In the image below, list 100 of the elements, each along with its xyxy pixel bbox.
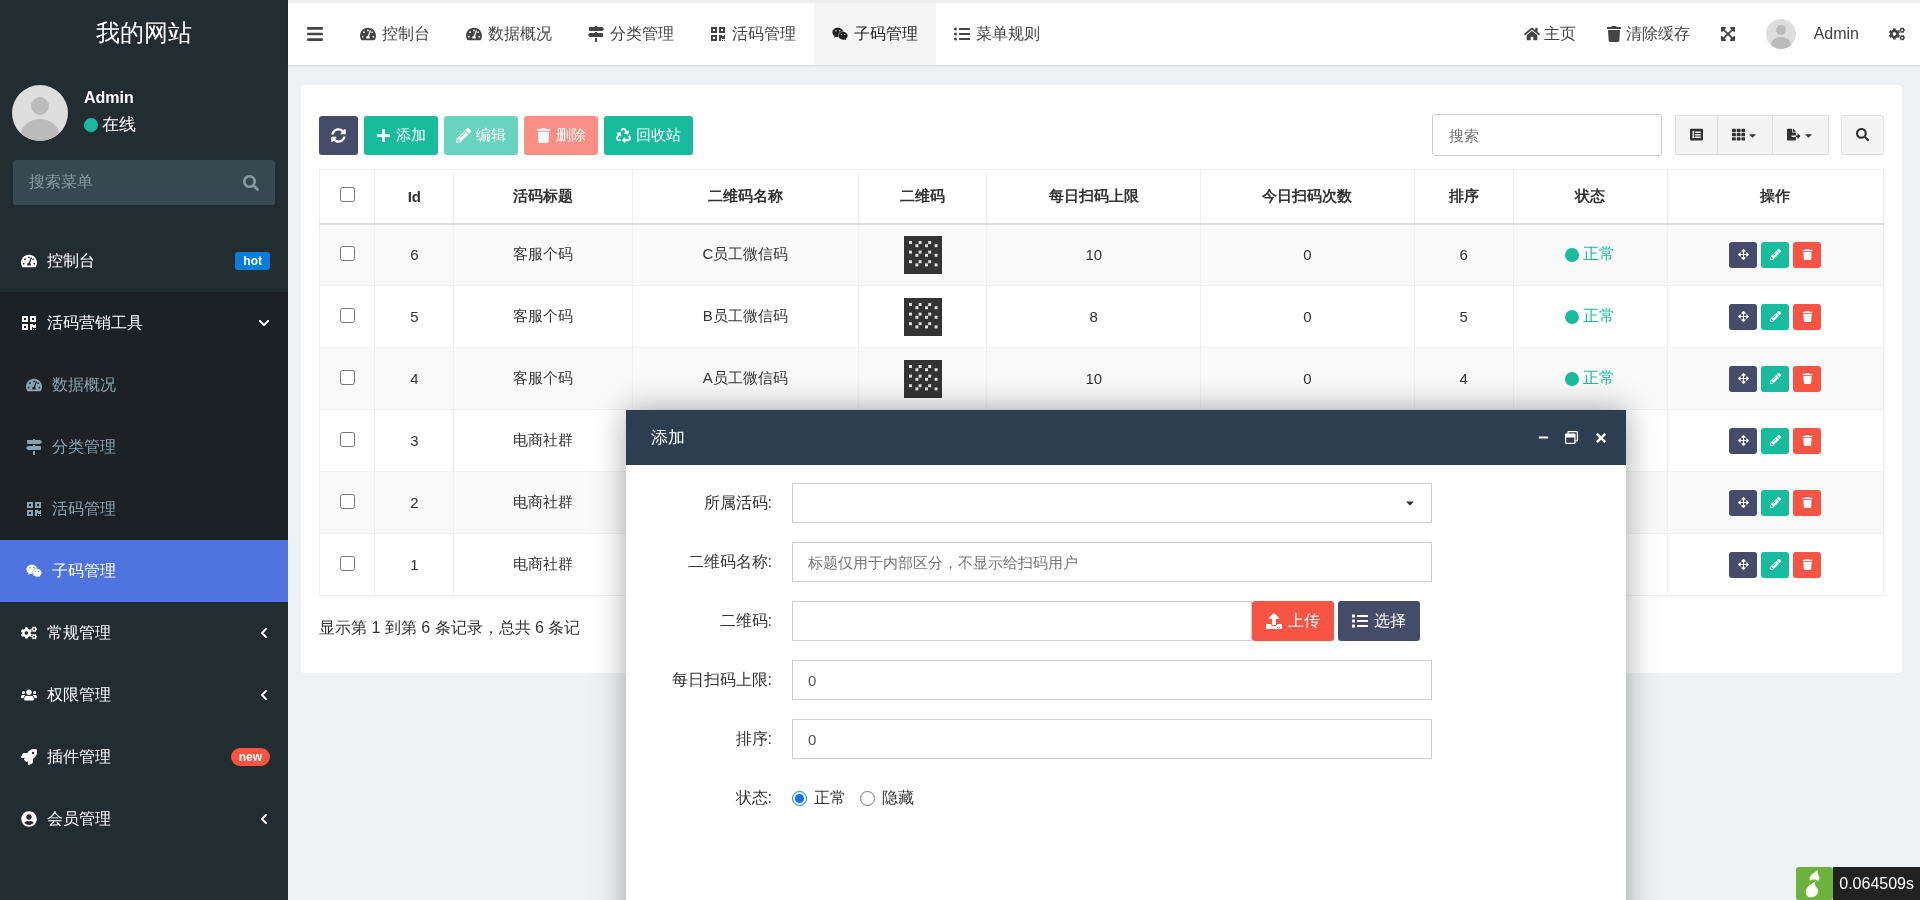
nav-link[interactable]: 清除缓存 <box>1591 3 1706 65</box>
close-button[interactable] <box>1594 430 1608 445</box>
menu-item[interactable]: 会员管理 <box>0 788 288 850</box>
delete-button[interactable] <box>1793 489 1822 516</box>
submenu-item[interactable]: 子码管理 <box>0 540 288 602</box>
table-cell: 4 <box>1414 347 1514 410</box>
nav-tab[interactable]: 控制台 <box>342 3 448 65</box>
chevron-left-icon <box>258 627 270 639</box>
upload-icon <box>1266 613 1282 629</box>
site-title: 我的网站 <box>95 17 193 48</box>
trash-icon <box>1801 497 1813 508</box>
table-cell: 6 <box>1414 223 1514 286</box>
move-arrows-icon <box>1737 249 1749 261</box>
drag-button[interactable] <box>1729 365 1758 392</box>
table-cell: 客服个码 <box>453 285 633 348</box>
nav-link[interactable]: 主页 <box>1509 3 1592 65</box>
drag-button[interactable] <box>1729 489 1758 516</box>
trash-icon <box>1801 249 1813 261</box>
row-checkbox[interactable] <box>339 369 355 385</box>
flame-logo-icon <box>1796 867 1834 900</box>
column-header: 排序 <box>1414 169 1514 224</box>
rocket-icon <box>21 749 37 765</box>
table-cell: 5 <box>374 285 454 348</box>
qr-code-icon <box>710 26 726 42</box>
drag-button[interactable] <box>1729 427 1758 454</box>
field-label: 所属活码: <box>702 492 773 513</box>
dashboard-icon <box>26 377 42 393</box>
delete-button[interactable] <box>1793 241 1822 268</box>
menu-item[interactable]: 活码营销工具 <box>0 292 288 354</box>
row-checkbox[interactable] <box>339 431 355 447</box>
export-icon <box>1787 128 1801 142</box>
menu-item[interactable]: 常规管理 <box>0 602 288 664</box>
radio-option[interactable]: 正常 <box>792 787 846 809</box>
nav-tab[interactable]: 活码管理 <box>692 3 814 65</box>
column-header: 操作 <box>1667 169 1884 224</box>
qr-code-image <box>903 359 942 398</box>
delete-button[interactable] <box>1793 551 1822 578</box>
pencil-icon <box>456 127 471 143</box>
nav-tab[interactable]: 数据概况 <box>448 3 570 65</box>
columns-button[interactable] <box>1717 115 1774 155</box>
refresh-button[interactable] <box>319 115 358 155</box>
input-field[interactable]: 0 <box>792 660 1432 700</box>
field-label: 每日扫码上限: <box>670 669 773 690</box>
delete-button[interactable] <box>1793 427 1822 454</box>
radio-button[interactable] <box>792 790 807 806</box>
user-name: Admin <box>84 89 135 107</box>
nav-tab[interactable]: 菜单规则 <box>936 3 1058 65</box>
search-button[interactable] <box>1840 115 1884 155</box>
table-cell: 0 <box>1200 285 1415 348</box>
input-field[interactable]: 标题仅用于内部区分，不显示给扫码用户 <box>792 542 1432 582</box>
table-cell: 8 <box>986 285 1201 348</box>
qr-code-icon <box>26 501 42 517</box>
menu-icon <box>306 25 324 43</box>
pencil-icon <box>1769 435 1781 446</box>
row-checkbox[interactable] <box>339 245 355 261</box>
row-checkbox[interactable] <box>339 307 355 323</box>
column-header: 状态 <box>1513 169 1668 224</box>
search-icon <box>243 174 259 191</box>
move-arrows-icon <box>1737 497 1749 508</box>
input-field[interactable] <box>792 601 1252 641</box>
submenu-item[interactable]: 分类管理 <box>0 416 288 478</box>
radio-option[interactable]: 隐藏 <box>860 787 914 809</box>
pencil-icon <box>1769 311 1781 322</box>
submenu-item[interactable]: 数据概况 <box>0 354 288 416</box>
row-checkbox[interactable] <box>339 555 355 571</box>
drag-button[interactable] <box>1729 241 1758 268</box>
select-all-checkbox[interactable] <box>339 187 355 203</box>
delete-button[interactable] <box>1793 303 1822 330</box>
search-field[interactable]: 搜索 <box>1431 114 1662 156</box>
nav-tab[interactable]: 子码管理 <box>814 3 936 65</box>
drag-button[interactable] <box>1729 551 1758 578</box>
menu-item[interactable]: 权限管理 <box>0 664 288 726</box>
trash-icon <box>1801 435 1813 446</box>
nav-tab[interactable]: 分类管理 <box>570 3 692 65</box>
signpost-icon <box>26 439 42 455</box>
toggle-view-button[interactable] <box>1674 115 1718 155</box>
menu-item[interactable]: 控制台 hot <box>0 230 288 292</box>
select-field[interactable] <box>792 483 1432 523</box>
menu-item[interactable]: 插件管理 new <box>0 726 288 788</box>
drag-button[interactable] <box>1729 303 1758 330</box>
delete-button[interactable] <box>1793 365 1822 392</box>
trash-icon <box>1801 373 1813 384</box>
row-checkbox[interactable] <box>339 493 355 509</box>
avatar <box>1766 19 1797 49</box>
dashboard-icon <box>466 26 482 42</box>
user-menu[interactable]: Admin <box>1751 3 1874 65</box>
gears-icon <box>21 625 37 641</box>
submenu-item[interactable]: 活码管理 <box>0 478 288 540</box>
pagination-info: 显示第 1 到第 6 条记录，总共 6 条记 <box>319 618 581 638</box>
choose-button[interactable]: 选择 <box>1338 601 1420 641</box>
radio-button[interactable] <box>860 790 875 806</box>
export-button[interactable] <box>1772 115 1829 155</box>
user-status: 在线 <box>102 114 136 136</box>
expand-arrows-icon <box>1720 26 1737 42</box>
input-field[interactable]: 0 <box>792 719 1432 759</box>
dashboard-icon <box>360 26 376 42</box>
maximize-button[interactable] <box>1565 431 1578 444</box>
users-icon <box>21 687 37 703</box>
column-header: 二维码名称 <box>632 169 859 224</box>
field-label: 状态: <box>734 787 773 808</box>
